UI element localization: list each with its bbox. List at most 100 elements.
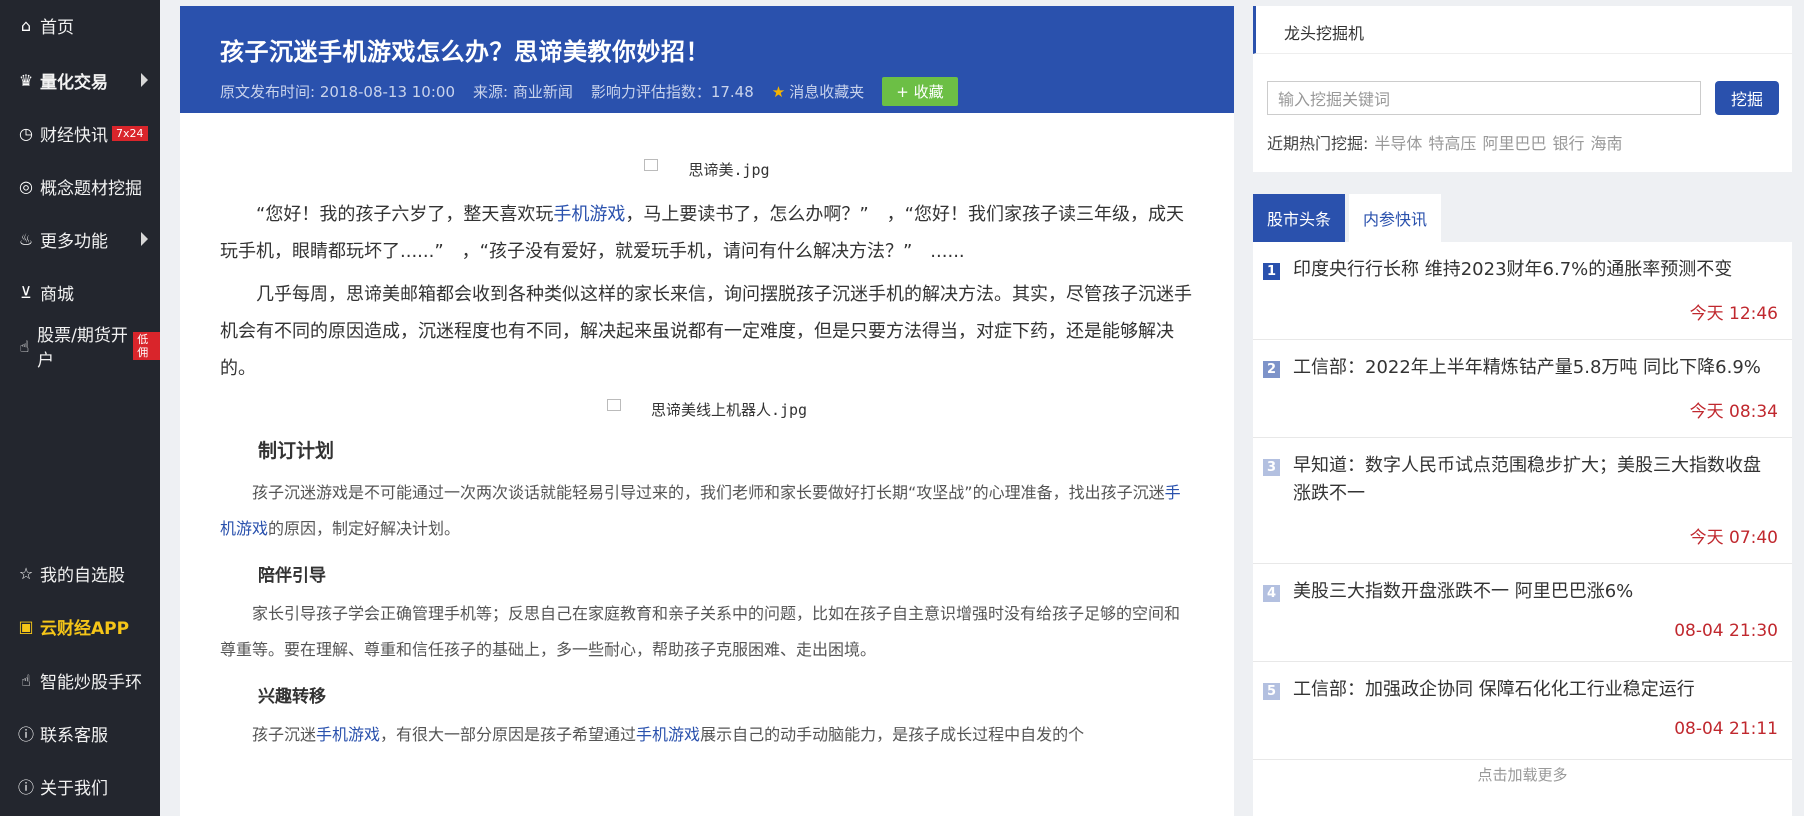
news-item[interactable]: 3 早知道：数字人民币试点范围稳步扩大；美股三大指数收盘涨跌不一 今天 07:4… bbox=[1253, 438, 1792, 564]
badge-7x24: 7x24 bbox=[112, 125, 148, 141]
nav-smart-band[interactable]: ☝ 智能炒股手环 bbox=[0, 660, 160, 700]
link-mobile-games[interactable]: 手机游戏 bbox=[553, 204, 625, 225]
hot-keyword[interactable]: 海南 bbox=[1590, 134, 1622, 153]
link-mobile-games[interactable]: 手机游戏 bbox=[636, 725, 700, 744]
nav-my-watchlist[interactable]: ☆ 我的自选股 bbox=[0, 553, 160, 593]
nav-quant-trading[interactable]: ♛ 量化交易 bbox=[0, 60, 160, 100]
news-panel: 股市头条 内参快讯 1 印度央行行长称 维持2023财年6.7%的通胀率预测不变… bbox=[1253, 194, 1792, 816]
favorites-folder-link[interactable]: 消息收藏夹 bbox=[789, 81, 864, 102]
fire-icon: ♨ bbox=[18, 229, 34, 249]
nav-open-account[interactable]: ☝ 股票/期货开户 低佣 bbox=[0, 326, 160, 371]
tab-insider-news[interactable]: 内参快讯 bbox=[1349, 194, 1442, 242]
news-tabs: 股市头条 内参快讯 bbox=[1253, 194, 1792, 242]
section-heading: 兴趣转移 bbox=[258, 687, 326, 707]
nav-label: 联系客服 bbox=[40, 725, 108, 746]
influence-index: 影响力评估指数：17.48 bbox=[590, 83, 754, 101]
panel-title: 龙头挖掘机 bbox=[1253, 6, 1792, 54]
sidebar: ⌂ 首页 ♛ 量化交易 ◷ 财经快讯 7x24 ◎ 概念题材挖掘 ♨ 更多功能 … bbox=[0, 0, 160, 816]
broken-image-icon bbox=[644, 159, 659, 171]
article-title: 孩子沉迷手机游戏怎么办？思谛美教你妙招！ bbox=[220, 38, 710, 66]
nav-label: 我的自选股 bbox=[40, 565, 125, 586]
hot-keyword[interactable]: 特高压 bbox=[1428, 134, 1476, 153]
nav-app[interactable]: ▣ 云财经APP bbox=[0, 606, 160, 646]
news-title[interactable]: 工信部：加强政企协同 保障石化化工行业稳定运行 bbox=[1293, 676, 1773, 704]
nav-concept-mining[interactable]: ◎ 概念题材挖掘 bbox=[0, 166, 160, 206]
app-icon: ▣ bbox=[18, 616, 34, 636]
target-icon: ◎ bbox=[19, 176, 33, 196]
collect-button[interactable]: + 收藏 bbox=[882, 77, 958, 106]
nav-label: 首页 bbox=[40, 17, 74, 38]
clock-icon: ◷ bbox=[19, 123, 33, 143]
tab-market-headlines[interactable]: 股市头条 bbox=[1253, 194, 1346, 242]
news-item[interactable]: 2 工信部：2022年上半年精炼钴产量5.8万吨 同比下降6.9% 今天 08:… bbox=[1253, 340, 1792, 438]
image-alt: 思谛美线上机器人.jpg bbox=[650, 401, 808, 419]
nav-label: 云财经APP bbox=[40, 618, 130, 639]
hot-keyword[interactable]: 半导体 bbox=[1374, 134, 1422, 153]
paragraph: 几乎每周，思谛美邮箱都会收到各种类似这样的家长来信，询问摆脱孩子沉迷手机的解决方… bbox=[220, 284, 1192, 379]
rank-badge: 1 bbox=[1263, 263, 1280, 280]
news-title[interactable]: 美股三大指数开盘涨跌不一 阿里巴巴涨6% bbox=[1293, 578, 1773, 606]
article-image: 思谛美线上机器人.jpg bbox=[220, 399, 1194, 420]
nav-label: 财经快讯 bbox=[40, 125, 108, 146]
image-alt: 思谛美.jpg bbox=[688, 161, 770, 179]
article-meta: 原文发布时间: 2018-08-13 10:00 来源: 商业新闻 影响力评估指… bbox=[220, 77, 1234, 106]
chevron-right-icon bbox=[141, 73, 148, 87]
news-title[interactable]: 早知道：数字人民币试点范围稳步扩大；美股三大指数收盘涨跌不一 bbox=[1293, 452, 1773, 508]
nav-label: 股票/期货开户 bbox=[37, 326, 128, 371]
nav-mall[interactable]: ⊻ 商城 bbox=[0, 272, 160, 312]
nav-about-us[interactable]: ⓘ 关于我们 bbox=[0, 766, 160, 806]
text: ，有很大一部分原因是孩子希望通过 bbox=[380, 725, 637, 744]
star-icon: ★ bbox=[771, 82, 786, 101]
hot-keyword[interactable]: 阿里巴巴 bbox=[1482, 134, 1546, 153]
badge-low-fee: 低佣 bbox=[133, 332, 160, 360]
hot-label: 近期热门挖掘: bbox=[1267, 134, 1369, 153]
rank-badge: 3 bbox=[1263, 459, 1280, 476]
rank-badge: 5 bbox=[1263, 683, 1280, 700]
nav-label: 量化交易 bbox=[40, 72, 108, 93]
nav-finance-news[interactable]: ◷ 财经快讯 7x24 bbox=[0, 113, 160, 153]
star-icon: ☆ bbox=[18, 563, 34, 583]
hot-keywords: 近期热门挖掘: 半导体 特高压 阿里巴巴 银行 海南 bbox=[1267, 130, 1622, 154]
link-mobile-games[interactable]: 手机游戏 bbox=[316, 725, 380, 744]
text: 孩子沉迷游戏是不可能通过一次两次谈话就能轻易引导过来的，我们老师和家长要做好打长… bbox=[252, 483, 1165, 502]
thumb-icon: ☝ bbox=[21, 670, 31, 690]
rank-badge: 4 bbox=[1263, 585, 1280, 602]
home-icon: ⌂ bbox=[20, 15, 32, 35]
article-header: 孩子沉迷手机游戏怎么办？思谛美教你妙招！ 原文发布时间: 2018-08-13 … bbox=[180, 6, 1234, 113]
news-title[interactable]: 印度央行行长称 维持2023财年6.7%的通胀率预测不变 bbox=[1293, 256, 1773, 284]
rank-badge: 2 bbox=[1263, 361, 1280, 378]
nav-more-functions[interactable]: ♨ 更多功能 bbox=[0, 219, 160, 259]
paragraph: 孩子沉迷游戏是不可能通过一次两次谈话就能轻易引导过来的，我们老师和家长要做好打长… bbox=[220, 475, 1194, 547]
news-title[interactable]: 工信部：2022年上半年精炼钴产量5.8万吨 同比下降6.9% bbox=[1293, 354, 1773, 382]
nav-contact-service[interactable]: ⓘ 联系客服 bbox=[0, 713, 160, 753]
section-heading: 陪伴引导 bbox=[258, 566, 326, 586]
news-item[interactable]: 5 工信部：加强政企协同 保障石化化工行业稳定运行 08-04 21:11 bbox=[1253, 662, 1792, 760]
news-item[interactable]: 4 美股三大指数开盘涨跌不一 阿里巴巴涨6% 08-04 21:30 bbox=[1253, 564, 1792, 662]
source: 来源: 商业新闻 bbox=[473, 83, 573, 101]
news-time: 今天 08:34 bbox=[1689, 402, 1778, 422]
text: 的原因，制定好解决计划。 bbox=[268, 519, 461, 538]
info-icon: ⓘ bbox=[17, 778, 34, 797]
nav-home[interactable]: ⌂ 首页 bbox=[0, 5, 160, 45]
article-body: 思谛美.jpg “您好！我的孩子六岁了，整天喜欢玩手机游戏，马上要读书了，怎么办… bbox=[180, 113, 1234, 753]
section-heading: 制订计划 bbox=[258, 440, 335, 462]
nav-label: 概念题材挖掘 bbox=[40, 178, 142, 199]
thumb-icon: ☝ bbox=[19, 336, 30, 356]
paragraph: “您好！我的孩子六岁了，整天喜欢玩手机游戏，马上要读书了，怎么办啊？” ，“您好… bbox=[220, 196, 1194, 270]
cart-icon: ⊻ bbox=[20, 282, 32, 302]
nav-label: 智能炒股手环 bbox=[40, 672, 142, 693]
news-time: 今天 12:46 bbox=[1689, 304, 1778, 324]
hot-keyword[interactable]: 银行 bbox=[1552, 134, 1584, 153]
article-image: 思谛美.jpg bbox=[220, 159, 1194, 180]
news-item[interactable]: 1 印度央行行长称 维持2023财年6.7%的通胀率预测不变 今天 12:46 bbox=[1253, 242, 1792, 340]
search-input[interactable]: 输入挖掘关键词 bbox=[1267, 81, 1701, 115]
text: 孩子沉迷 bbox=[252, 725, 317, 744]
load-more-button[interactable]: 点击加载更多 bbox=[1253, 764, 1792, 785]
nav-label: 关于我们 bbox=[40, 778, 108, 799]
dragon-head-miner-panel: 龙头挖掘机 输入挖掘关键词 挖掘 近期热门挖掘: 半导体 特高压 阿里巴巴 银行 海南 bbox=[1253, 6, 1792, 172]
news-time: 08-04 21:30 bbox=[1674, 621, 1778, 641]
paragraph: 孩子沉迷手机游戏，有很大一部分原因是孩子希望通过手机游戏展示自己的动手动脑能力，… bbox=[220, 717, 1194, 753]
publish-time: 原文发布时间: 2018-08-13 10:00 bbox=[220, 83, 455, 101]
mine-button[interactable]: 挖掘 bbox=[1715, 81, 1779, 115]
nav-label: 商城 bbox=[40, 284, 74, 305]
